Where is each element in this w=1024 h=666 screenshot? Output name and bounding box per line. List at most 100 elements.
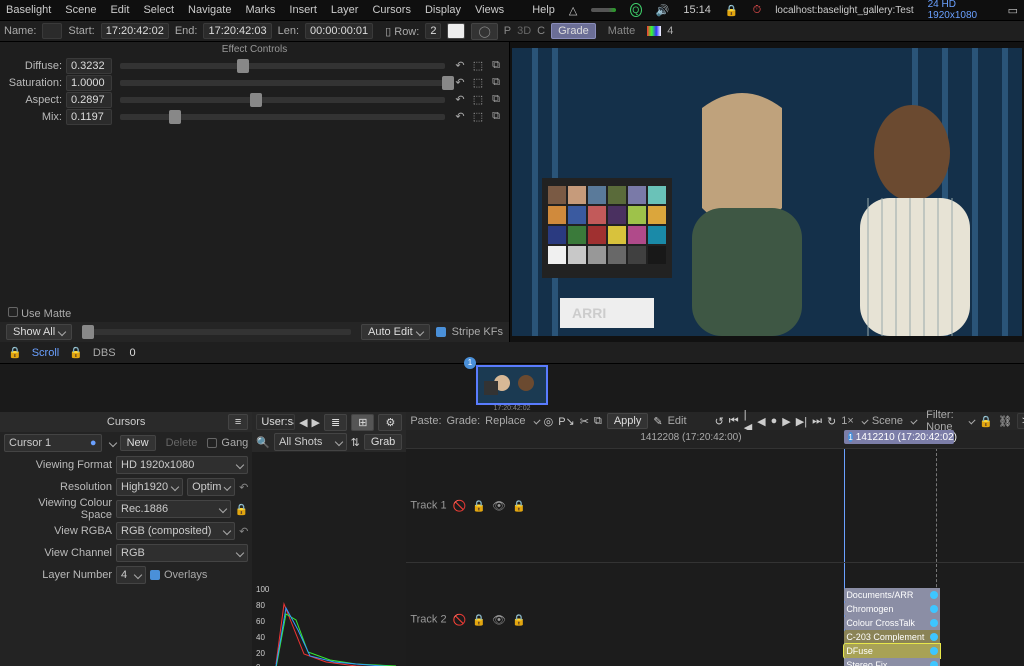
zoom-field[interactable]: >999% xyxy=(1017,413,1024,429)
gallery-body[interactable] xyxy=(252,452,406,580)
undo-icon[interactable]: ↶ xyxy=(453,110,467,123)
speed-dropdown[interactable]: 1× xyxy=(841,415,854,427)
menu-insert[interactable]: Insert xyxy=(289,4,317,16)
menu-cursors[interactable]: Cursors xyxy=(372,4,411,16)
scroll-label[interactable]: Scroll xyxy=(32,347,60,359)
scissors-icon[interactable]: ✂ xyxy=(580,415,589,428)
param-0-slider[interactable] xyxy=(120,63,445,69)
graph-icon[interactable]: ⧉ xyxy=(489,59,503,72)
lock-icon[interactable]: 🔒 xyxy=(979,415,993,428)
p-icon[interactable]: P↘ xyxy=(558,415,575,428)
graph-icon[interactable]: ⧉ xyxy=(489,76,503,89)
cursor-row-1-dropdown[interactable]: High1920 xyxy=(116,478,183,496)
shots-dropdown[interactable]: All Shots xyxy=(274,433,347,451)
menu-edit[interactable]: Edit xyxy=(110,4,129,16)
gallery-thumb[interactable] xyxy=(476,365,548,405)
loop-icon[interactable]: ↺ xyxy=(715,415,724,428)
undo-icon[interactable]: ↶ xyxy=(239,481,248,494)
menu-select[interactable]: Select xyxy=(143,4,174,16)
layer-c-203-complement[interactable]: C-203 Complement xyxy=(844,630,940,644)
use-matte-checkbox[interactable] xyxy=(8,307,18,317)
dbs-label[interactable]: DBS xyxy=(93,347,116,359)
menu-layer[interactable]: Layer xyxy=(331,4,359,16)
new-cursor-button[interactable]: New xyxy=(120,435,156,451)
lock-icon[interactable]: 🔒 xyxy=(69,346,83,359)
cursor-row-3-dropdown[interactable]: RGB (composited) xyxy=(116,522,235,540)
user-field[interactable]: User:sal xyxy=(256,414,295,430)
menu-display[interactable]: Display xyxy=(425,4,461,16)
cursor-row-5-dropdown[interactable]: 4 xyxy=(116,566,146,584)
cursor-row-2-dropdown[interactable]: Rec.1886 xyxy=(116,500,231,518)
gallery-thumb-strip[interactable]: 1 17:20:42:02 xyxy=(0,364,1024,412)
circle-btn[interactable]: ◯ xyxy=(471,23,497,40)
event-0[interactable]: 1412208 (17:20:42:00) xyxy=(640,432,741,443)
event-1[interactable]: 1 1412210 (17:20:42:02) xyxy=(844,430,954,444)
grid-view-icon[interactable]: ⊞ xyxy=(351,414,374,431)
list-view-icon[interactable]: ≣ xyxy=(324,414,347,431)
start-field[interactable]: 17:20:42:02 xyxy=(101,23,169,39)
scene-dropdown[interactable]: Scene xyxy=(872,415,903,427)
menu-scene[interactable]: Scene xyxy=(65,4,96,16)
param-1-value[interactable]: 1.0000 xyxy=(66,75,112,91)
pencil-icon[interactable]: ✎ xyxy=(653,415,662,428)
overlay-btn[interactable] xyxy=(447,23,465,39)
step-fwd-icon[interactable]: ▶| xyxy=(796,415,807,428)
reset-icon[interactable]: ⬚ xyxy=(471,93,485,106)
loop2-icon[interactable]: ↻ xyxy=(827,415,836,428)
graph-icon[interactable]: ⧉ xyxy=(489,93,503,106)
last-icon[interactable]: ⏭ xyxy=(812,415,822,428)
prev-icon[interactable]: ◀ xyxy=(299,416,307,429)
row-icon[interactable]: 🔒 xyxy=(235,503,249,516)
apply-button[interactable]: Apply xyxy=(607,413,649,429)
edit-label[interactable]: Edit xyxy=(668,415,687,427)
bars-icon[interactable] xyxy=(647,26,661,36)
history-icon[interactable]: ⏱ xyxy=(753,4,762,17)
layer-stereo-fix[interactable]: Stereo Fix xyxy=(844,658,940,666)
cursor-select[interactable]: Cursor 1● xyxy=(4,434,102,452)
end-field[interactable]: 17:20:42:03 xyxy=(203,23,271,39)
cursor-row-1-aux[interactable]: Optim xyxy=(187,478,235,496)
first-icon[interactable]: ⏮ xyxy=(729,415,739,428)
menu-marks[interactable]: Marks xyxy=(245,4,275,16)
record-icon[interactable]: ● xyxy=(771,415,778,427)
reset-icon[interactable]: ⬚ xyxy=(471,110,485,123)
cursor-row-0-dropdown[interactable]: HD 1920x1080 xyxy=(116,456,248,474)
menu-baselight[interactable]: Baselight xyxy=(6,4,51,16)
menu-views[interactable]: Views xyxy=(475,4,504,16)
param-2-value[interactable]: 0.2897 xyxy=(66,92,112,108)
sliders-icon[interactable]: ≡ xyxy=(228,414,248,430)
replace-label[interactable]: Replace xyxy=(485,415,525,427)
layer-chromogen[interactable]: Chromogen xyxy=(844,602,940,616)
scene-path[interactable]: localhost:baselight_gallery:Test xyxy=(775,5,913,16)
layer-dfuse[interactable]: DFuse xyxy=(844,644,940,658)
grab-button[interactable]: Grab xyxy=(364,434,402,450)
cursor-row-4-dropdown[interactable]: RGB xyxy=(116,544,248,562)
quality-icon[interactable]: Q xyxy=(630,3,642,17)
show-all-dropdown[interactable]: Show All xyxy=(6,324,72,340)
param-1-slider[interactable] xyxy=(120,80,445,86)
name-field[interactable] xyxy=(42,23,62,39)
menu-help[interactable]: Help xyxy=(532,4,555,16)
reset-icon[interactable]: ⬚ xyxy=(471,76,485,89)
search-icon[interactable]: 🔍 xyxy=(256,436,270,449)
undo-icon[interactable]: ↶ xyxy=(453,59,467,72)
auto-edit-dropdown[interactable]: Auto Edit xyxy=(361,324,430,340)
sort-icon[interactable]: ⇅ xyxy=(351,436,360,449)
undo-icon[interactable]: ↶ xyxy=(453,76,467,89)
link-icon[interactable]: ⛓ xyxy=(998,415,1012,428)
row-field[interactable]: 2 xyxy=(425,23,441,39)
speaker-icon[interactable]: 🔊 xyxy=(656,4,670,17)
lock-icon[interactable]: 🔒 xyxy=(8,346,22,359)
overlays-checkbox[interactable] xyxy=(150,570,160,580)
grade-tab[interactable]: Grade xyxy=(551,23,596,39)
param-3-value[interactable]: 0.1197 xyxy=(66,109,112,125)
row-icon[interactable]: ↶ xyxy=(239,525,248,538)
param-0-value[interactable]: 0.3232 xyxy=(66,58,112,74)
next-icon[interactable]: ▶ xyxy=(312,416,320,429)
gang-checkbox[interactable] xyxy=(207,438,217,448)
copy-icon[interactable]: ⧉ xyxy=(594,415,602,428)
play-icon[interactable]: ▶ xyxy=(782,415,790,428)
layer-documents-arr[interactable]: Documents/ARR xyxy=(844,588,940,602)
layer-colour-crosstalk[interactable]: Colour CrossTalk xyxy=(844,616,940,630)
delete-cursor-button[interactable]: Delete xyxy=(160,436,204,450)
